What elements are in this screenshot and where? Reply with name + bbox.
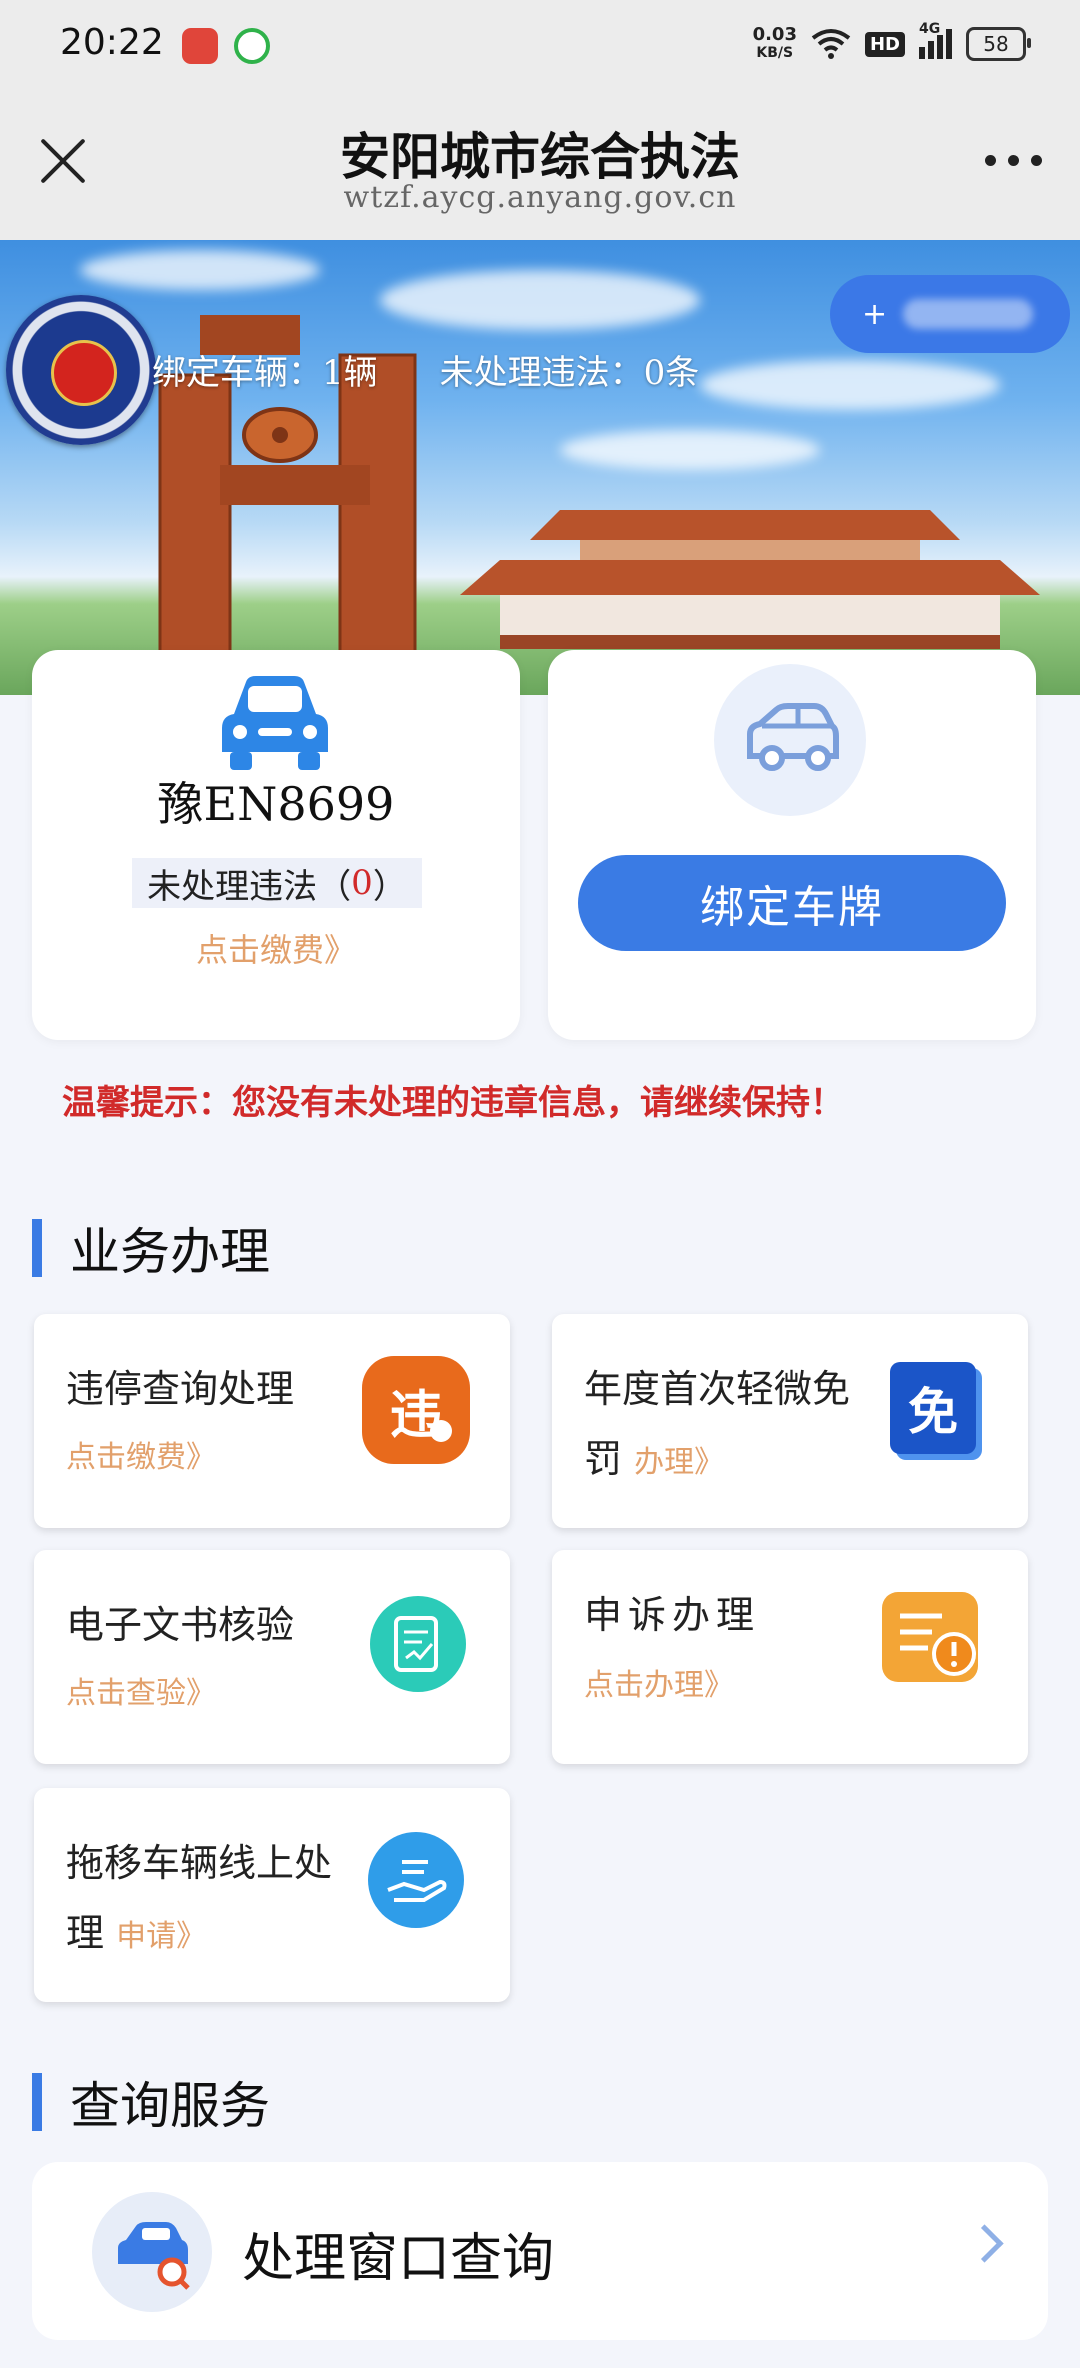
service-title: 申诉办理	[584, 1593, 761, 1637]
window-query-item[interactable]: 处理窗口查询	[32, 2162, 1048, 2340]
bound-vehicles-count: 绑定车辆：1辆	[152, 353, 378, 393]
title-bar: 安阳城市综合执法 wtzf.aycg.anyang.gov.cn	[0, 95, 1080, 240]
service-link[interactable]: 点击查验》	[66, 1668, 216, 1712]
query-section-title: 查询服务	[32, 2066, 270, 2138]
first-minor-exemption-card[interactable]: 年度首次轻微免 罚 办理》 免	[552, 1314, 1028, 1528]
wifi-icon	[811, 29, 851, 59]
page-title: 安阳城市综合执法	[340, 127, 740, 186]
service-title: 年度首次轻微免 罚 办理》	[584, 1367, 851, 1481]
appeal-card[interactable]: 申诉办理 点击办理》	[552, 1550, 1028, 1764]
wechat-notification-icon	[234, 28, 270, 64]
hd-badge: HD	[864, 31, 905, 57]
vehicle-card: 豫EN8699 未处理违法（ 0） 点击缴费》	[32, 650, 520, 1040]
violation-parking-query-card[interactable]: 违停查询处理 点击缴费》 违	[34, 1314, 510, 1528]
service-title: 违停查询处理	[66, 1367, 295, 1411]
bind-plate-card: 绑定车牌	[548, 650, 1036, 1040]
business-section-title: 业务办理	[32, 1212, 270, 1284]
bind-plate-button[interactable]: 绑定车牌	[578, 855, 1006, 951]
add-vehicle-button[interactable]: +	[830, 275, 1070, 353]
service-title: 电子文书核验	[66, 1603, 295, 1647]
car-search-icon	[92, 2192, 212, 2312]
window-query-label: 处理窗口查询	[242, 2229, 555, 2289]
app-notification-icon	[182, 28, 218, 64]
unprocessed-violations-count: 未处理违法：0条	[439, 353, 700, 393]
license-plate: 豫EN8699	[157, 777, 395, 831]
unprocessed-violation-status[interactable]: 未处理违法（ 0）	[132, 858, 422, 908]
car-icon	[222, 676, 328, 770]
exemption-icon: 免	[890, 1362, 976, 1454]
page-url: wtzf.aycg.anyang.gov.cn	[343, 180, 737, 215]
service-title: 拖移车辆线上处 理 申请》	[66, 1841, 333, 1955]
service-link[interactable]: 点击办理》	[584, 1660, 734, 1704]
car-outline-icon	[714, 664, 866, 816]
hero-banner: 绑定车辆：1辆 未处理违法：0条 +	[0, 240, 1080, 695]
status-indicators: 0.03 KB/S HD 4G 58	[752, 21, 1031, 62]
service-link[interactable]: 点击缴费》	[66, 1432, 216, 1476]
towed-vehicle-online-card[interactable]: 拖移车辆线上处 理 申请》	[34, 1788, 510, 2002]
status-time: 20:22	[60, 22, 164, 63]
status-bar: 20:22 0.03 KB/S HD 4G 58	[0, 0, 1080, 95]
violation-search-icon: 违	[362, 1356, 470, 1464]
chevron-right-icon	[965, 2224, 1004, 2263]
appeal-icon	[882, 1592, 978, 1682]
service-link[interactable]: 办理》	[634, 1445, 724, 1480]
banner-stats: 绑定车辆：1辆 未处理违法：0条	[152, 345, 699, 394]
service-link[interactable]: 申请》	[116, 1919, 206, 1954]
document-check-icon	[370, 1596, 466, 1692]
tip-message: 温馨提示：您没有未处理的违章信息，请继续保持！	[62, 1083, 844, 1123]
towing-hand-icon	[368, 1832, 464, 1928]
battery-indicator: 58	[966, 27, 1031, 61]
violation-count: 0	[351, 863, 373, 903]
e-document-verify-card[interactable]: 电子文书核验 点击查验》	[34, 1550, 510, 1764]
signal-icon: 4G	[919, 21, 952, 59]
city-management-emblem	[6, 295, 156, 445]
pay-link[interactable]: 点击缴费》	[32, 925, 520, 971]
network-speed: 0.03 KB/S	[752, 24, 797, 62]
more-options-icon[interactable]	[985, 155, 1042, 166]
